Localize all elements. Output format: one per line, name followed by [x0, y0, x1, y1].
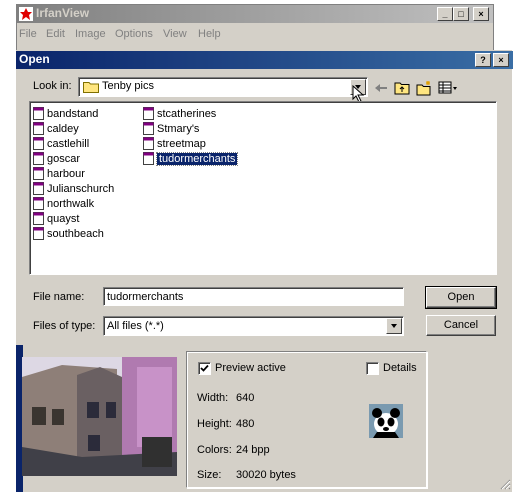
- menu-view[interactable]: View: [163, 28, 187, 40]
- colors-label: Colors:: [197, 444, 232, 456]
- new-folder-icon[interactable]: [416, 80, 432, 96]
- file-name: bandstand: [47, 107, 99, 120]
- back-arrow-icon[interactable]: [373, 80, 389, 96]
- maximize-button[interactable]: □: [453, 7, 469, 21]
- list-item[interactable]: goscar: [33, 151, 80, 166]
- view-menu-icon[interactable]: [438, 80, 460, 96]
- open-dialog-title: Open: [19, 52, 50, 66]
- list-item[interactable]: Julianschurch: [33, 181, 114, 196]
- image-file-icon: [33, 227, 44, 240]
- preview-image: [22, 357, 177, 476]
- file-name: caldey: [47, 122, 79, 135]
- image-file-icon: [33, 107, 44, 120]
- panda-icon: [369, 404, 403, 438]
- irfanview-app-icon: [19, 7, 33, 21]
- height-label: Height:: [197, 418, 232, 430]
- filename-value: tudormerchants: [107, 291, 184, 303]
- file-name: southbeach: [47, 227, 104, 240]
- size-label: Size:: [197, 469, 222, 481]
- menu-edit[interactable]: Edit: [46, 28, 65, 40]
- look-in-value: Tenby pics: [102, 80, 154, 92]
- checkmark-icon: [200, 364, 209, 372]
- list-item[interactable]: harbour: [33, 166, 85, 181]
- list-item[interactable]: Stmary's: [143, 121, 199, 136]
- file-name: Stmary's: [157, 122, 200, 135]
- image-file-icon: [143, 107, 154, 120]
- list-item[interactable]: streetmap: [143, 136, 206, 151]
- image-file-icon: [33, 212, 44, 225]
- file-name: goscar: [47, 152, 81, 165]
- file-name: quayst: [47, 212, 80, 225]
- dialog-close-button[interactable]: ×: [493, 53, 509, 67]
- resize-grip-icon[interactable]: [499, 478, 511, 490]
- list-item[interactable]: castlehill: [33, 136, 89, 151]
- filetype-dropdown-arrow[interactable]: [386, 318, 402, 334]
- menu-options[interactable]: Options: [115, 28, 153, 40]
- image-file-icon: [33, 167, 44, 180]
- up-folder-icon[interactable]: [394, 80, 410, 96]
- folder-icon: [83, 82, 99, 93]
- minimize-button[interactable]: _: [437, 7, 453, 21]
- list-item[interactable]: quayst: [33, 211, 79, 226]
- list-item[interactable]: bandstand: [33, 106, 98, 121]
- list-item[interactable]: caldey: [33, 121, 79, 136]
- filename-label: File name:: [33, 291, 85, 303]
- image-file-icon: [143, 137, 154, 150]
- image-file-icon: [33, 152, 44, 165]
- file-name: tudormerchants: [155, 151, 239, 166]
- list-item[interactable]: stcatherines: [143, 106, 216, 121]
- width-value: 640: [236, 392, 255, 404]
- image-file-icon: [143, 122, 154, 135]
- image-file-icon: [143, 152, 154, 165]
- file-name: stcatherines: [157, 107, 217, 120]
- list-item[interactable]: southbeach: [33, 226, 104, 241]
- height-value: 480: [236, 418, 255, 430]
- details-checkbox[interactable]: [366, 362, 379, 375]
- size-value: 30020 bytes: [236, 469, 296, 481]
- menu-file[interactable]: File: [19, 28, 37, 40]
- open-button[interactable]: Open: [425, 286, 497, 309]
- irfanview-title: IrfanView: [36, 6, 90, 20]
- open-dialog-title-bar[interactable]: [16, 51, 513, 69]
- file-name: streetmap: [157, 137, 206, 150]
- width-label: Width:: [197, 392, 229, 404]
- help-button[interactable]: ?: [475, 53, 491, 67]
- image-file-icon: [33, 122, 44, 135]
- list-item-selected[interactable]: tudormerchants: [143, 151, 239, 166]
- file-name: castlehill: [47, 137, 90, 150]
- file-name: northwalk: [47, 197, 95, 210]
- details-label: Details: [383, 362, 417, 374]
- menu-image[interactable]: Image: [75, 28, 106, 40]
- preview-active-label: Preview active: [215, 362, 286, 374]
- list-item[interactable]: northwalk: [33, 196, 94, 211]
- menu-help[interactable]: Help: [198, 28, 221, 40]
- image-file-icon: [33, 197, 44, 210]
- file-name: harbour: [47, 167, 85, 180]
- image-file-icon: [33, 182, 44, 195]
- image-file-icon: [33, 137, 44, 150]
- close-button[interactable]: ×: [473, 7, 489, 21]
- colors-value: 24 bpp: [236, 444, 270, 456]
- filetype-value: All files (*.*): [107, 320, 164, 332]
- look-in-label: Look in:: [33, 80, 72, 92]
- file-name: Julianschurch: [47, 182, 115, 195]
- cancel-button[interactable]: Cancel: [426, 315, 496, 336]
- filetype-label: Files of type:: [33, 320, 96, 332]
